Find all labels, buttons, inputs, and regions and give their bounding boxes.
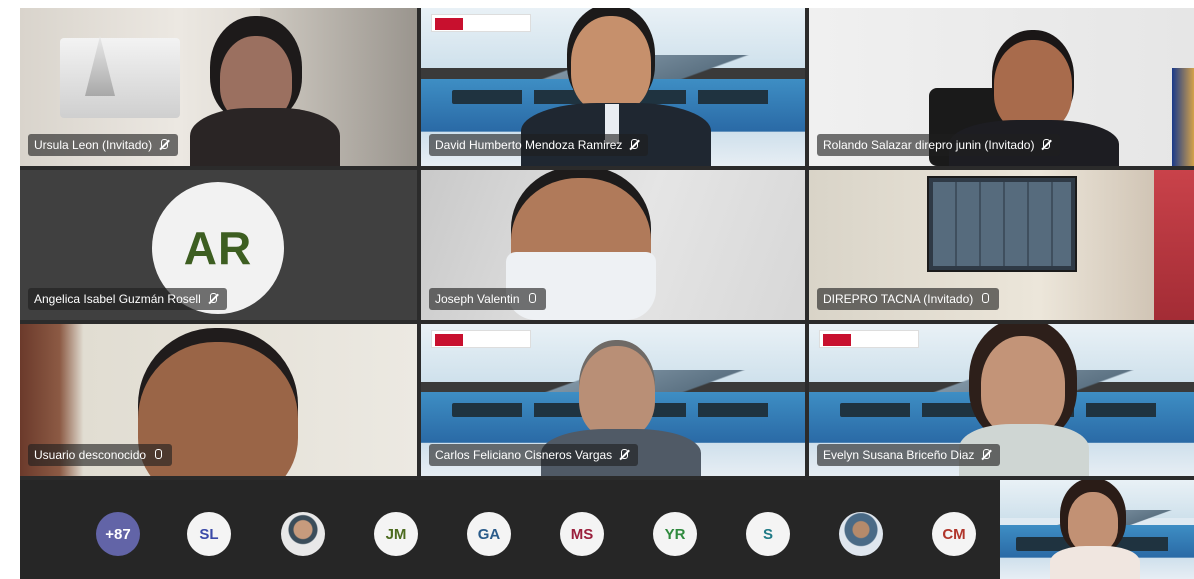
participant-name: David Humberto Mendoza Ramirez bbox=[435, 138, 623, 152]
participant-chip[interactable]: SL bbox=[187, 512, 231, 556]
video-tile-joseph-valentin[interactable]: Joseph Valentin bbox=[421, 170, 805, 320]
initials: S bbox=[762, 525, 773, 543]
mic-muted-icon bbox=[618, 449, 630, 461]
video-tile-david-mendoza[interactable]: David Humberto Mendoza Ramirez bbox=[421, 8, 805, 166]
name-tag: Carlos Feliciano Cisneros Vargas bbox=[429, 444, 639, 466]
mic-muted-icon bbox=[207, 293, 219, 305]
name-tag: Rolando Salazar direpro junin (Invitado) bbox=[817, 134, 1061, 156]
name-tag: Evelyn Susana Briceño Diaz bbox=[817, 444, 1001, 466]
participant-chip[interactable]: GA bbox=[467, 512, 511, 556]
video-tile-rolando-salazar[interactable]: Rolando Salazar direpro junin (Invitado) bbox=[809, 8, 1194, 166]
mic-muted-icon bbox=[1040, 139, 1052, 151]
ministry-logo bbox=[431, 14, 531, 32]
initials: JM bbox=[385, 525, 407, 543]
video-tile-ursula-leon[interactable]: Ursula Leon (Invitado) bbox=[20, 8, 417, 166]
participant-name: DIREPRO TACNA (Invitado) bbox=[823, 292, 974, 306]
ministry-logo bbox=[819, 330, 919, 348]
participant-name: Usuario desconocido bbox=[34, 448, 147, 462]
participant-chip[interactable]: S bbox=[746, 512, 790, 556]
name-tag: DIREPRO TACNA (Invitado) bbox=[817, 288, 1000, 310]
name-tag: David Humberto Mendoza Ramirez bbox=[429, 134, 649, 156]
video-tile-carlos-cisneros[interactable]: Carlos Feliciano Cisneros Vargas bbox=[421, 324, 805, 476]
participant-name: Joseph Valentin bbox=[435, 292, 520, 306]
participant-chip[interactable]: JM bbox=[374, 512, 418, 556]
mic-muted-icon bbox=[980, 449, 992, 461]
overflow-count-label: +87 bbox=[105, 525, 131, 543]
initials: CM bbox=[942, 525, 966, 543]
name-tag: Usuario desconocido bbox=[28, 444, 173, 466]
self-view-video[interactable] bbox=[1000, 480, 1194, 579]
initials: MS bbox=[570, 525, 594, 543]
participant-name: Carlos Feliciano Cisneros Vargas bbox=[435, 448, 613, 462]
meeting-stage: Ursula Leon (Invitado) David Humberto Me… bbox=[20, 8, 1194, 579]
participant-chip[interactable]: CM bbox=[932, 512, 976, 556]
participant-name: Rolando Salazar direpro junin (Invitado) bbox=[823, 138, 1035, 152]
name-tag: Ursula Leon (Invitado) bbox=[28, 134, 179, 156]
participant-photo-avatar[interactable] bbox=[839, 512, 883, 556]
video-tile-evelyn-briceno[interactable]: Evelyn Susana Briceño Diaz bbox=[809, 324, 1194, 476]
ministry-logo bbox=[431, 330, 531, 348]
participant-chip[interactable]: YR bbox=[653, 512, 697, 556]
video-tile-angelica-guzman[interactable]: AR Angelica Isabel Guzmán Rosell bbox=[20, 170, 417, 320]
mic-muted-icon bbox=[628, 139, 640, 151]
participant-name: Angelica Isabel Guzmán Rosell bbox=[34, 292, 201, 306]
initials: SL bbox=[199, 525, 219, 543]
video-tile-usuario-desconocido[interactable]: Usuario desconocido bbox=[20, 324, 417, 476]
participant-name: Ursula Leon (Invitado) bbox=[34, 138, 153, 152]
video-tile-direpro-tacna[interactable]: DIREPRO TACNA (Invitado) bbox=[809, 170, 1194, 320]
mic-icon bbox=[526, 293, 538, 305]
participant-name: Evelyn Susana Briceño Diaz bbox=[823, 448, 975, 462]
overflow-count[interactable]: +87 bbox=[96, 512, 140, 556]
participant-photo-avatar[interactable] bbox=[281, 512, 325, 556]
name-tag: Joseph Valentin bbox=[429, 288, 546, 310]
participant-chip[interactable]: MS bbox=[560, 512, 604, 556]
mic-muted-icon bbox=[158, 139, 170, 151]
initials: GA bbox=[477, 525, 501, 543]
name-tag: Angelica Isabel Guzmán Rosell bbox=[28, 288, 227, 310]
mic-icon bbox=[979, 293, 991, 305]
mic-icon bbox=[152, 449, 164, 461]
initials: YR bbox=[664, 525, 686, 543]
